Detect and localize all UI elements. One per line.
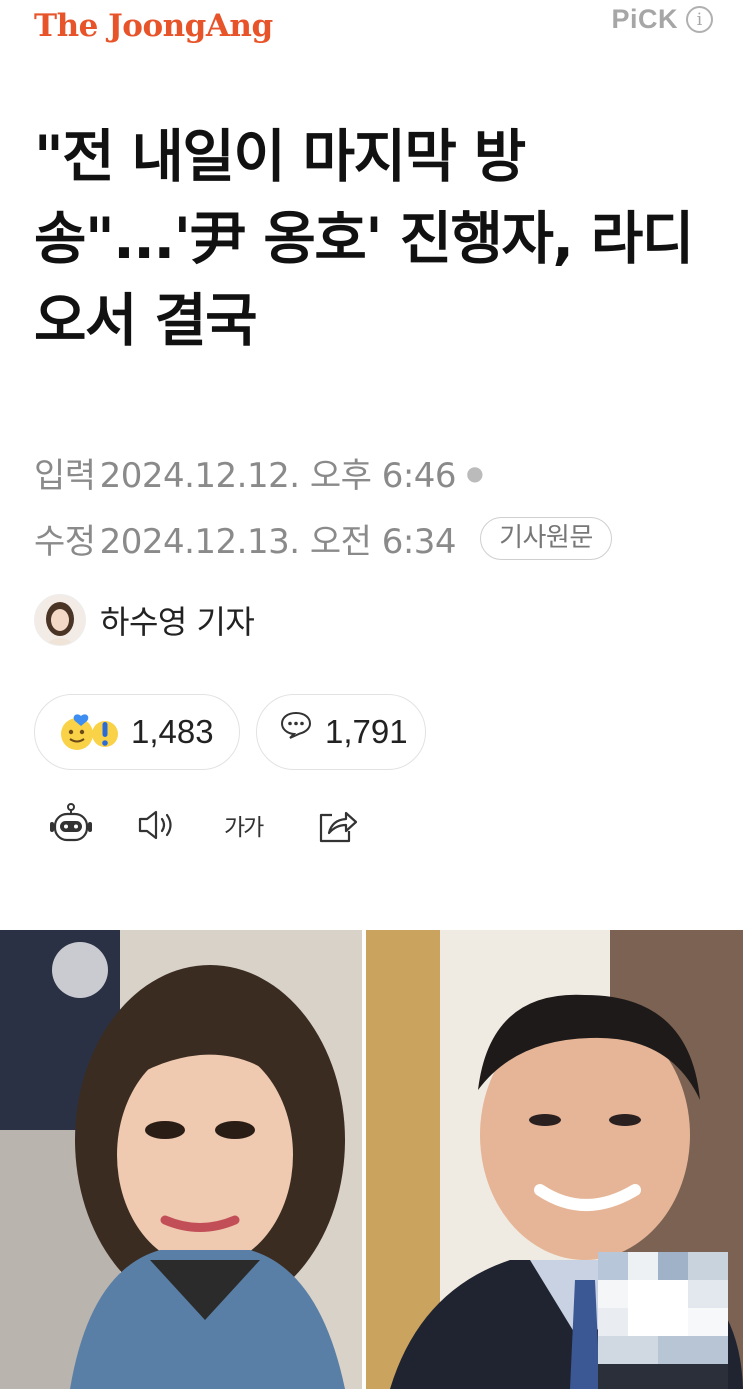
article-photo	[0, 930, 743, 1389]
comment-count: 1,791	[325, 713, 408, 750]
site-logo[interactable]: The JoongAng	[34, 8, 273, 44]
reporter-name: 하수영 기자	[100, 603, 255, 641]
published-meta: 입력 2024.12.12. 오후 6:46 ●	[34, 448, 484, 497]
speaker-icon[interactable]	[136, 800, 180, 850]
original-article-button[interactable]: 기사원문	[480, 517, 612, 560]
modified-meta: 수정 2024.12.13. 오전 6:34 기사원문	[34, 514, 612, 563]
comment-bubble-icon	[279, 710, 313, 740]
photo-illustration	[0, 930, 743, 1389]
header: The JoongAng PiCK i	[0, 0, 743, 60]
robot-summary-icon[interactable]	[48, 800, 94, 850]
font-size-button[interactable]: 가가	[224, 800, 264, 850]
comment-button[interactable]: 1,791	[256, 694, 426, 770]
separator-dot: ●	[466, 460, 484, 485]
pick-badge[interactable]: PiCK i	[611, 4, 713, 35]
reporter-avatar	[34, 594, 86, 646]
reaction-count: 1,483	[131, 713, 214, 750]
reaction-button[interactable]: 1,483	[34, 694, 240, 770]
modified-label: 수정	[34, 522, 96, 562]
font-size-label: 가가	[224, 815, 264, 841]
info-icon[interactable]: i	[686, 6, 713, 33]
article-toolbar: 가가	[48, 800, 388, 850]
article-headline: "전 내일이 마지막 방송"...'尹 옹호' 진행자, 라디오서 결국	[34, 124, 694, 354]
share-icon[interactable]	[316, 800, 360, 850]
reporter[interactable]: 하수영 기자	[34, 594, 255, 646]
published-label: 입력	[34, 456, 96, 496]
reaction-emoji-icon	[57, 710, 121, 754]
modified-value: 2024.12.13. 오전 6:34	[99, 522, 457, 562]
published-value: 2024.12.12. 오후 6:46	[99, 456, 457, 496]
pick-label: PiCK	[611, 4, 678, 34]
